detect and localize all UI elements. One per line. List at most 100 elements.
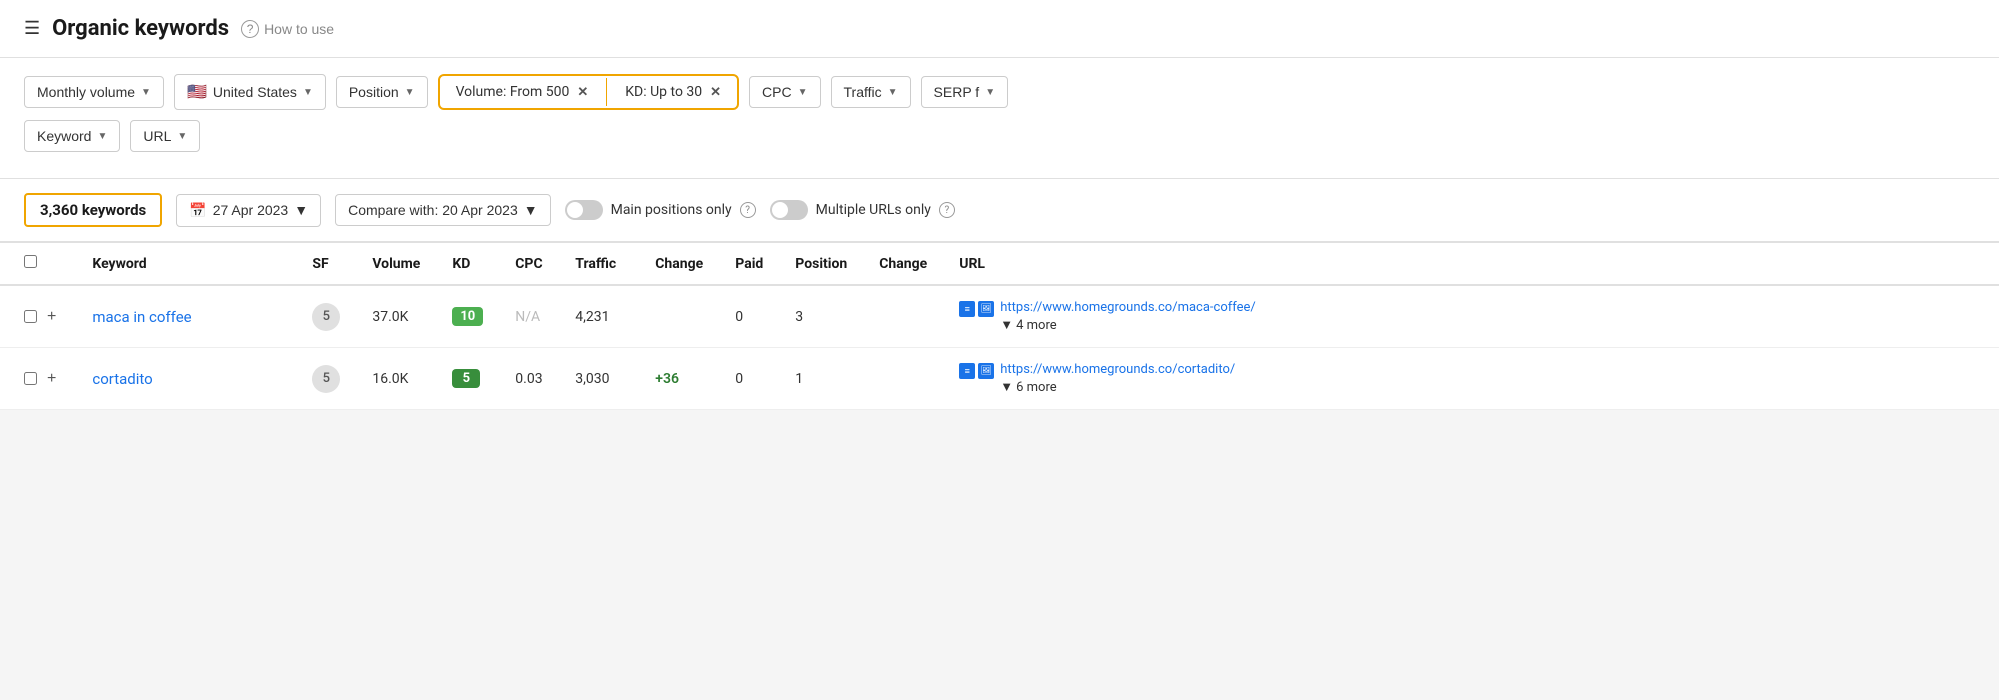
main-positions-toggle[interactable] (565, 200, 603, 220)
row2-expand-button[interactable]: + (43, 370, 60, 388)
row2-url-more[interactable]: ▼ 6 more (1000, 379, 1235, 395)
row2-traffic-cell: 3,030 (559, 348, 639, 410)
main-positions-toggle-group: Main positions only ? (565, 200, 756, 220)
calendar-icon: 📅 (189, 202, 206, 219)
row1-checkbox-cell: + (0, 285, 76, 348)
select-all-checkbox[interactable] (24, 255, 37, 268)
hamburger-icon[interactable]: ☰ (24, 18, 40, 39)
row1-url-more-arrow: ▼ (1000, 317, 1013, 333)
header: ☰ Organic keywords ? How to use (0, 0, 1999, 58)
row2-url-icon-doc: ≡ (959, 363, 975, 379)
serp-label: SERP f (934, 84, 980, 100)
volume-filter-close[interactable]: ✕ (577, 85, 588, 100)
serp-filter[interactable]: SERP f ▼ (921, 76, 1009, 108)
row2-position-cell: 1 (779, 348, 863, 410)
position-filter[interactable]: Position ▼ (336, 76, 428, 108)
row1-url-link[interactable]: https://www.homegrounds.co/maca-coffee/ (1000, 300, 1256, 315)
row1-keyword-cell: maca in coffee (76, 285, 296, 348)
help-button[interactable]: ? How to use (241, 20, 334, 38)
keywords-count: 3,360 keywords (40, 201, 146, 219)
monthly-volume-arrow: ▼ (141, 87, 151, 98)
row1-checkbox[interactable] (24, 310, 37, 323)
compare-label: Compare with: 20 Apr 2023 (348, 202, 518, 218)
row2-change-traffic: +36 (655, 371, 679, 387)
row2-paid-cell: 0 (719, 348, 779, 410)
multiple-urls-toggle[interactable] (770, 200, 808, 220)
row2-url-link[interactable]: https://www.homegrounds.co/cortadito/ (1000, 362, 1235, 377)
row2-url-icon-img: 🖼 (978, 363, 994, 379)
row2-change-traffic-cell: +36 (639, 348, 719, 410)
row1-change-traffic-cell (639, 285, 719, 348)
compare-arrow: ▼ (524, 202, 538, 218)
main-positions-help-icon[interactable]: ? (740, 202, 756, 218)
row1-sf-badge: 5 (312, 303, 340, 331)
traffic-filter[interactable]: Traffic ▼ (831, 76, 911, 108)
row2-cpc-cell: 0.03 (499, 348, 559, 410)
cpc-filter[interactable]: CPC ▼ (749, 76, 820, 108)
filters-row-1: Monthly volume ▼ 🇺🇸 United States ▼ Posi… (24, 74, 1975, 110)
monthly-volume-filter[interactable]: Monthly volume ▼ (24, 76, 164, 108)
row2-url-cell: ≡ 🖼 https://www.homegrounds.co/cortadito… (943, 348, 1999, 410)
filters-section: Monthly volume ▼ 🇺🇸 United States ▼ Posi… (0, 58, 1999, 179)
date-picker-button[interactable]: 📅 27 Apr 2023 ▼ (176, 194, 321, 227)
row2-url-text-block: https://www.homegrounds.co/cortadito/ ▼ … (1000, 362, 1235, 395)
help-text: How to use (264, 21, 334, 37)
position-label: Position (349, 84, 399, 100)
row2-checkbox-cell: + (0, 348, 76, 410)
row1-url-more-text: 4 more (1016, 318, 1057, 333)
row1-kd-badge: 10 (452, 307, 483, 326)
row1-url-icons: ≡ 🖼 (959, 301, 994, 317)
table-row: + cortadito 5 16.0K 5 0.03 3,030 +36 (0, 348, 1999, 410)
row1-paid-cell: 0 (719, 285, 779, 348)
controls-bar: 3,360 keywords 📅 27 Apr 2023 ▼ Compare w… (0, 179, 1999, 243)
th-position: Position (779, 243, 863, 285)
position-arrow: ▼ (405, 87, 415, 98)
table-header-row: Keyword SF Volume KD CPC Traffic Change … (0, 243, 1999, 285)
row2-checkbox[interactable] (24, 372, 37, 385)
kd-filter-close[interactable]: ✕ (710, 85, 721, 100)
multiple-urls-help-icon[interactable]: ? (939, 202, 955, 218)
th-checkbox (0, 243, 76, 285)
row2-url-more-text: 6 more (1016, 380, 1057, 395)
filters-row-2: Keyword ▼ URL ▼ (24, 120, 1975, 152)
row2-kd-badge: 5 (452, 369, 480, 388)
row2-change-position-cell (863, 348, 943, 410)
row1-url-more[interactable]: ▼ 4 more (1000, 317, 1256, 333)
keyword-filter[interactable]: Keyword ▼ (24, 120, 120, 152)
th-change1: Change (639, 243, 719, 285)
row1-expand-button[interactable]: + (43, 308, 60, 326)
keyword-filter-label: Keyword (37, 128, 91, 144)
th-url: URL (943, 243, 1999, 285)
multiple-urls-label: Multiple URLs only (816, 202, 931, 218)
th-sf: SF (296, 243, 356, 285)
row2-kd-cell: 5 (436, 348, 499, 410)
row1-cpc-cell: N/A (499, 285, 559, 348)
url-filter[interactable]: URL ▼ (130, 120, 200, 152)
kd-filter-label: KD: Up to 30 (625, 84, 702, 100)
active-filters-group: Volume: From 500 ✕ KD: Up to 30 ✕ (438, 74, 739, 110)
keywords-table: Keyword SF Volume KD CPC Traffic Change … (0, 243, 1999, 410)
row1-kd-cell: 10 (436, 285, 499, 348)
help-icon: ? (241, 20, 259, 38)
us-flag-icon: 🇺🇸 (187, 82, 207, 102)
row2-keyword-link[interactable]: cortadito (92, 370, 152, 388)
monthly-volume-label: Monthly volume (37, 84, 135, 100)
row1-cpc-value: N/A (515, 309, 540, 325)
url-filter-label: URL (143, 128, 171, 144)
row1-position-cell: 3 (779, 285, 863, 348)
row1-change-position-cell (863, 285, 943, 348)
row1-keyword-link[interactable]: maca in coffee (92, 308, 191, 326)
row2-sf-cell: 5 (296, 348, 356, 410)
traffic-arrow: ▼ (888, 87, 898, 98)
tag-divider (606, 78, 607, 106)
row2-keyword-cell: cortadito (76, 348, 296, 410)
country-filter[interactable]: 🇺🇸 United States ▼ (174, 74, 326, 110)
row1-traffic-cell: 4,231 (559, 285, 639, 348)
country-arrow: ▼ (303, 87, 313, 98)
table-container: Keyword SF Volume KD CPC Traffic Change … (0, 243, 1999, 410)
th-paid: Paid (719, 243, 779, 285)
compare-button[interactable]: Compare with: 20 Apr 2023 ▼ (335, 194, 551, 226)
row2-url-more-arrow: ▼ (1000, 379, 1013, 395)
page-title: Organic keywords (52, 16, 229, 41)
table-row: + maca in coffee 5 37.0K 10 N/A 4,231 (0, 285, 1999, 348)
